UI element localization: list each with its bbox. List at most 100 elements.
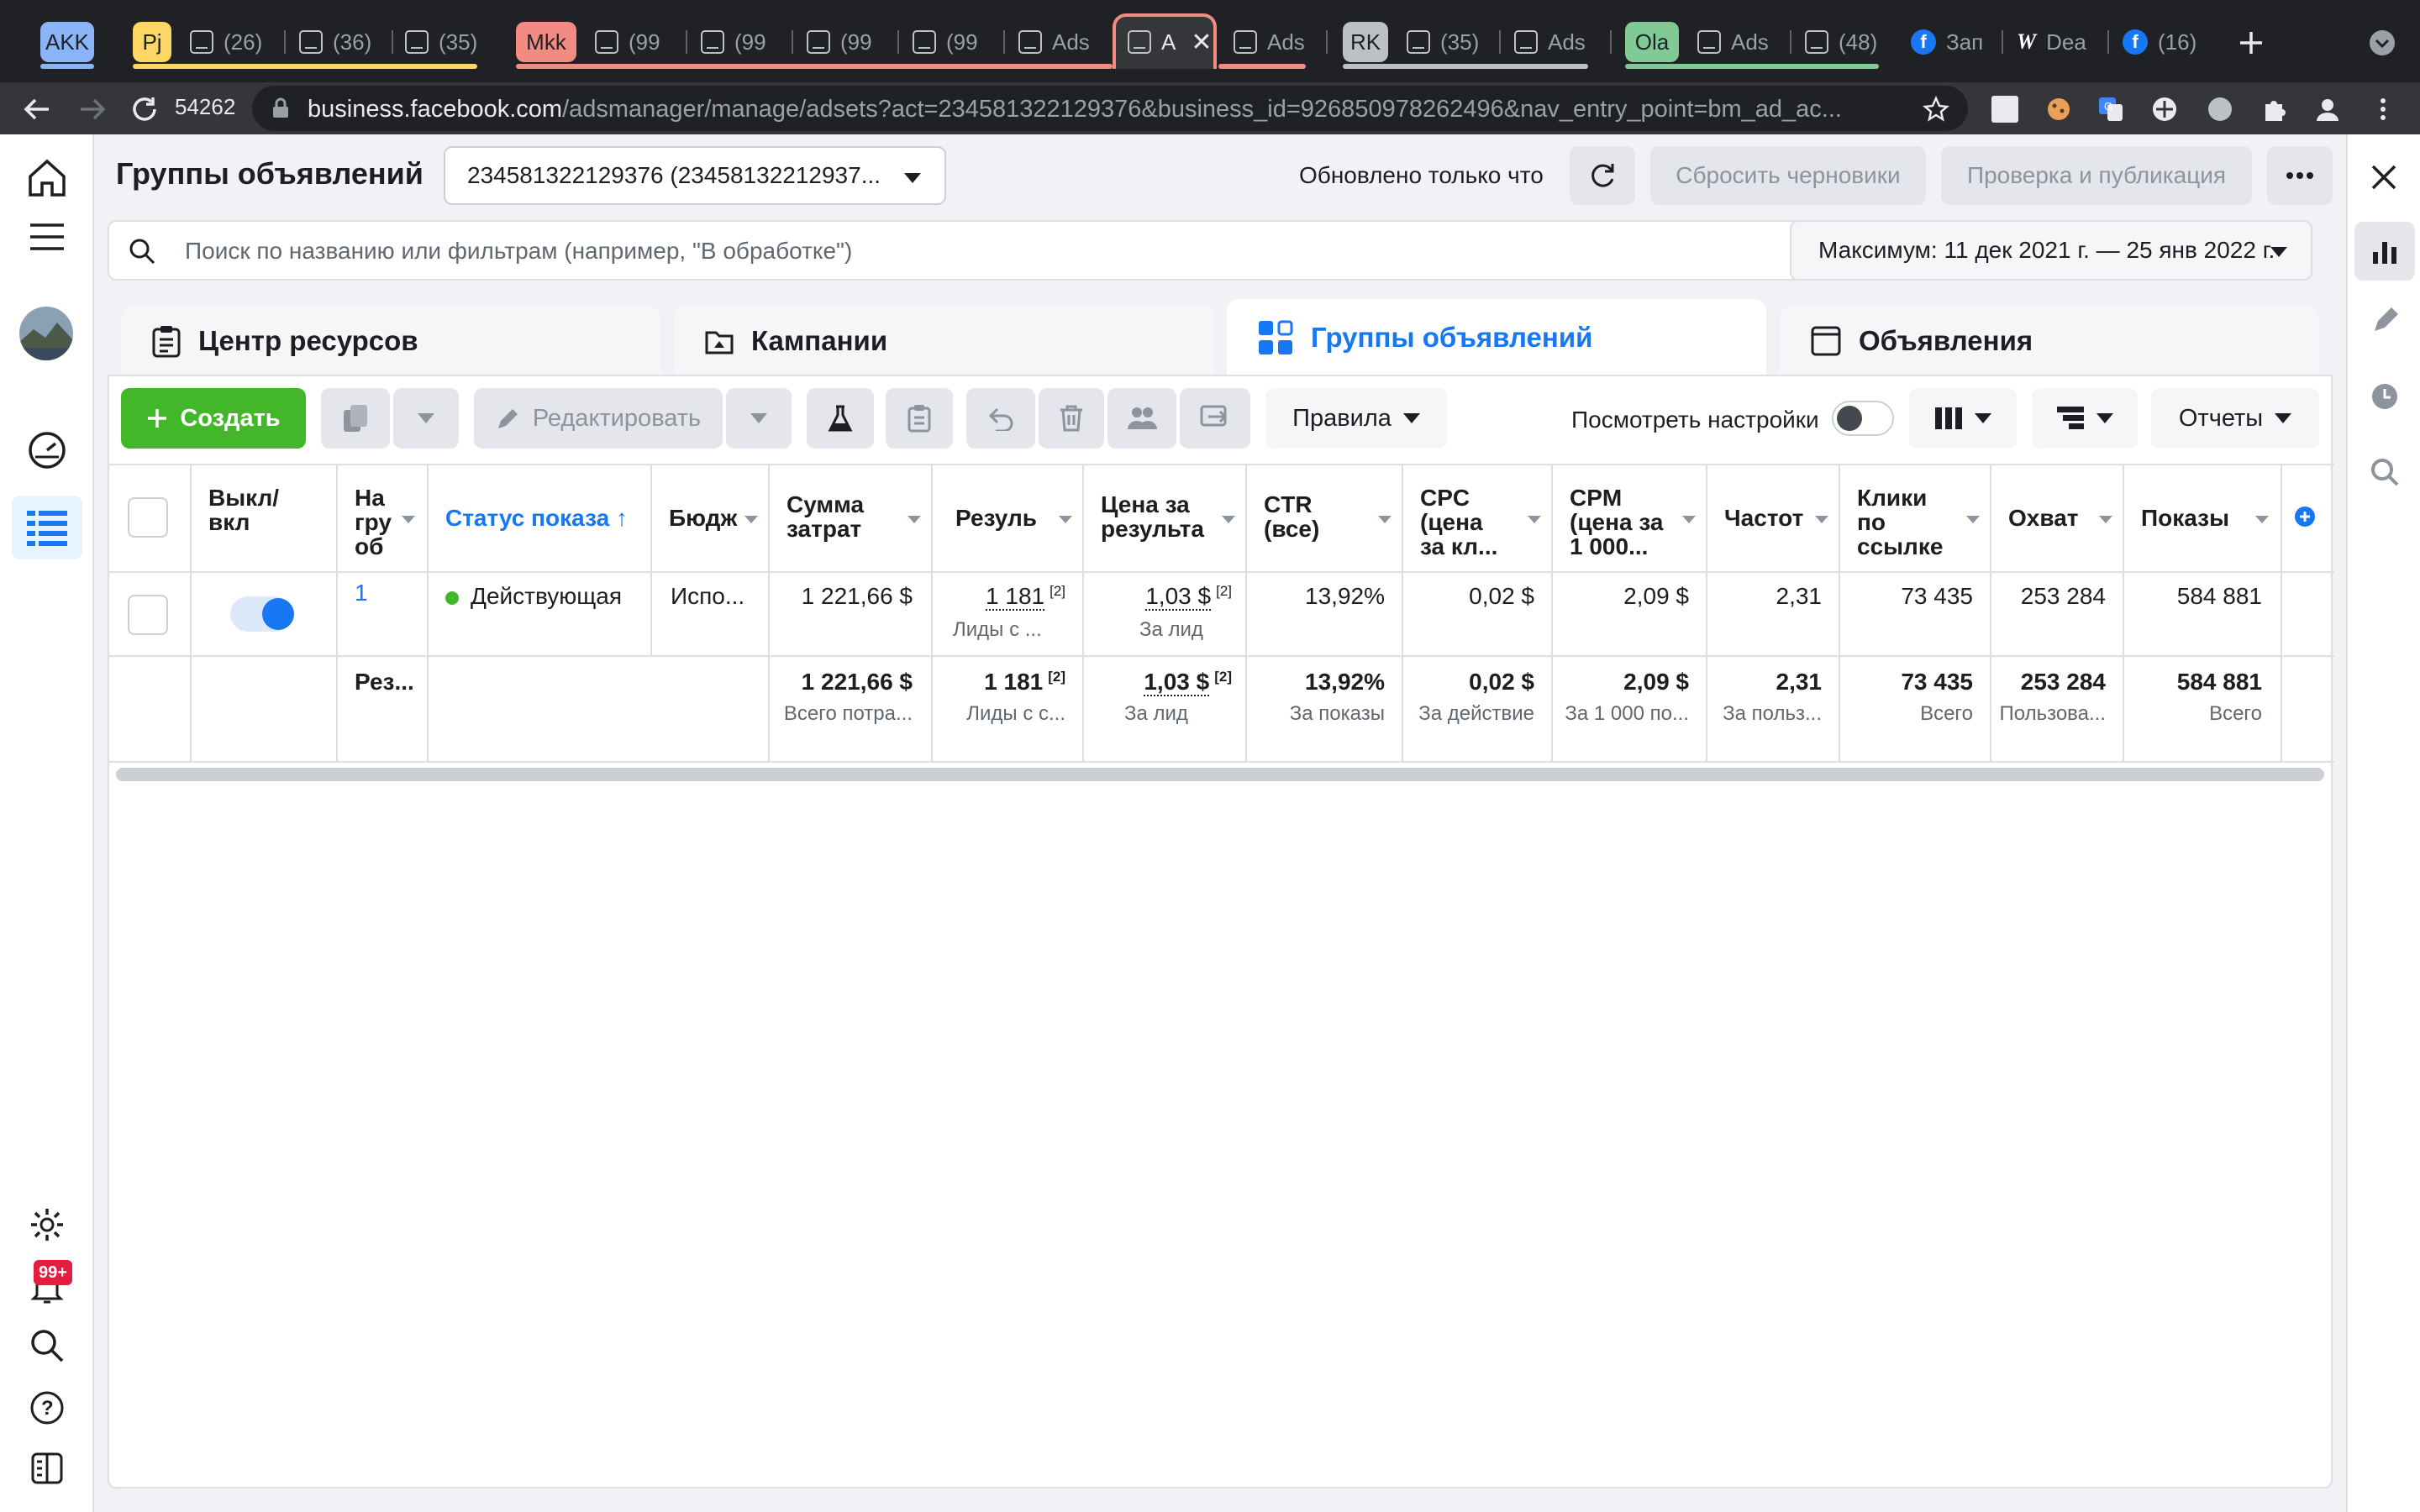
browser-tab-active[interactable]: A ✕ — [1118, 18, 1210, 66]
extension-palette-icon[interactable] — [2207, 96, 2233, 123]
view-settings-toggle[interactable] — [1832, 401, 1894, 436]
column-header-toggle[interactable]: Выкл/ вкл — [190, 465, 338, 573]
inspect-search-icon[interactable] — [2370, 457, 2400, 487]
browser-tab[interactable]: (48) — [1795, 18, 1889, 66]
column-header-spent[interactable]: Сумма затрат — [768, 465, 933, 573]
tab-group-akk[interactable]: AKK — [40, 22, 94, 62]
new-tab-icon[interactable] — [2237, 29, 2265, 57]
tab-campaigns[interactable]: Кампании — [674, 306, 1213, 376]
search-icon[interactable] — [29, 1327, 66, 1364]
extension-translate-icon[interactable]: G — [2097, 96, 2124, 123]
tab-ad-sets[interactable]: Группы объявлений — [1227, 299, 1766, 376]
clipboard-button[interactable] — [886, 388, 953, 449]
refresh-button[interactable] — [1570, 146, 1635, 205]
profile-icon[interactable] — [2314, 96, 2341, 123]
browser-tab[interactable]: (99 — [585, 18, 677, 66]
browser-tab[interactable]: (99 — [797, 18, 889, 66]
column-header-budget[interactable]: Бюдж — [650, 465, 770, 573]
close-panel-icon[interactable] — [2368, 161, 2400, 193]
table-row[interactable]: 1 Действующая Испо... 1 221,66 $ 1 181 [2… — [109, 573, 2334, 655]
column-header-impressions[interactable]: Показы — [2123, 465, 2281, 573]
undo-button[interactable] — [966, 388, 1035, 449]
results-value[interactable]: 1 181 [2] — [931, 583, 1065, 611]
history-clock-icon[interactable] — [2370, 381, 2400, 412]
tab-resource-center[interactable]: Центр ресурсов — [121, 306, 660, 376]
extensions-puzzle-icon[interactable] — [2260, 96, 2287, 123]
home-icon[interactable] — [25, 156, 69, 200]
extension-im-icon[interactable] — [1991, 96, 2018, 123]
browser-tab[interactable]: (35) — [1397, 18, 1496, 66]
ads-manager-nav-item[interactable] — [12, 496, 82, 559]
edit-pencil-icon[interactable] — [2370, 306, 2400, 336]
forward-icon[interactable] — [76, 92, 109, 126]
search-input[interactable] — [185, 234, 1849, 269]
rules-button[interactable]: Правила — [1265, 388, 1447, 449]
select-all-checkbox[interactable] — [128, 497, 168, 538]
browser-tab[interactable]: (36) — [289, 18, 388, 66]
breakdown-button[interactable] — [2032, 388, 2138, 449]
browser-tab[interactable]: (99 — [691, 18, 783, 66]
column-header-status[interactable]: Статус показа ↑ — [427, 465, 652, 573]
tab-ads[interactable]: Объявления — [1780, 306, 2319, 376]
export-button[interactable] — [1180, 388, 1250, 449]
back-icon[interactable] — [20, 92, 54, 126]
column-header-frequency[interactable]: Частот — [1706, 465, 1840, 573]
column-header-cost-per-result[interactable]: Цена за результа — [1082, 465, 1247, 573]
column-header-link-clicks[interactable]: Клики по ссылке — [1839, 465, 1991, 573]
browser-tab[interactable]: W Dea — [2007, 18, 2099, 66]
browser-tab[interactable]: (35) — [395, 18, 489, 66]
discard-drafts-button[interactable]: Сбросить черновики — [1650, 146, 1926, 205]
more-options-button[interactable] — [2267, 146, 2333, 205]
browser-tab[interactable]: f (16) — [2112, 18, 2205, 66]
audience-button[interactable] — [1107, 388, 1176, 449]
adset-on-off-toggle[interactable] — [230, 596, 294, 632]
edit-dropdown-button[interactable] — [726, 388, 792, 449]
edit-button[interactable]: Редактировать — [474, 388, 723, 449]
close-tab-icon[interactable]: ✕ — [1191, 28, 1210, 57]
cost-per-result-value[interactable]: 1,03 $ [2] — [1082, 583, 1232, 611]
tab-group-mkk[interactable]: Mkk — [516, 22, 576, 62]
avatar[interactable] — [18, 306, 74, 361]
extension-move-icon[interactable] — [2151, 96, 2178, 123]
ab-test-button[interactable] — [807, 388, 874, 449]
column-header-name[interactable]: На гру об — [336, 465, 427, 573]
column-header-reach[interactable]: Охват — [1990, 465, 2124, 573]
bookmark-star-icon[interactable] — [1923, 96, 1949, 123]
help-icon[interactable]: ? — [29, 1389, 66, 1426]
column-header-cpc[interactable]: CPC (цена за кл... — [1402, 465, 1553, 573]
adset-name-link[interactable]: 1 — [355, 580, 368, 606]
add-column-icon[interactable] — [2294, 506, 2316, 528]
browser-tab[interactable]: (26) — [180, 18, 279, 66]
browser-tab[interactable]: Ads — [1504, 18, 1598, 66]
settings-gear-icon[interactable] — [29, 1206, 66, 1243]
lock-icon[interactable] — [271, 97, 291, 119]
duplicate-dropdown-button[interactable] — [393, 388, 459, 449]
create-button[interactable]: Создать — [121, 388, 306, 449]
duplicate-button[interactable] — [321, 388, 390, 449]
horizontal-scrollbar[interactable] — [116, 768, 2324, 781]
url-text[interactable]: business.facebook.com/adsmanager/manage/… — [308, 96, 1887, 123]
browser-tab[interactable]: f Зап — [1901, 18, 1995, 66]
columns-button[interactable] — [1909, 388, 2017, 449]
dashboard-gauge-icon[interactable] — [25, 428, 69, 472]
browser-tab[interactable]: Ads — [1223, 18, 1323, 66]
column-header-cpm[interactable]: CPM (цена за 1 000... — [1551, 465, 1707, 573]
account-selector[interactable]: 234581322129376 (23458132212937... — [444, 146, 946, 205]
browser-menu-icon[interactable] — [2370, 96, 2396, 123]
tab-group-pj[interactable]: Pj — [133, 22, 171, 62]
menu-icon[interactable] — [25, 215, 69, 259]
tab-group-rk[interactable]: RK — [1343, 22, 1388, 62]
extension-cookie-icon[interactable] — [2045, 96, 2072, 123]
sidebar-toggle-icon[interactable] — [29, 1450, 66, 1487]
reports-button[interactable]: Отчеты — [2151, 388, 2319, 449]
address-bar[interactable]: business.facebook.com/adsmanager/manage/… — [252, 86, 1968, 131]
review-and-publish-button[interactable]: Проверка и публикация — [1941, 146, 2252, 205]
charts-panel-button[interactable] — [2354, 222, 2415, 281]
column-header-results[interactable]: Резуль — [931, 465, 1084, 573]
row-checkbox[interactable] — [128, 595, 168, 635]
browser-tab[interactable]: (99 — [902, 18, 995, 66]
delete-button[interactable] — [1039, 388, 1104, 449]
reload-icon[interactable] — [128, 92, 161, 126]
tab-group-ola[interactable]: Ola — [1625, 22, 1679, 62]
browser-tab[interactable]: Ads — [1687, 18, 1786, 66]
